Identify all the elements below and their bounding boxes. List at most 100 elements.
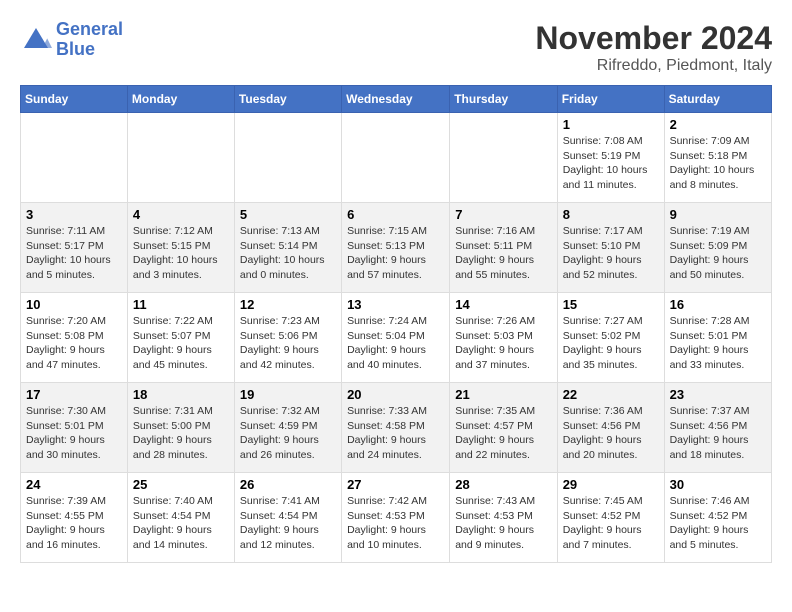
day-cell: 13 Sunrise: 7:24 AM Sunset: 5:04 PM Dayli… — [342, 293, 450, 383]
day-cell: 23 Sunrise: 7:37 AM Sunset: 4:56 PM Dayli… — [664, 383, 771, 473]
day-number: 30 — [670, 477, 766, 492]
day-info: Sunrise: 7:09 AM Sunset: 5:18 PM Dayligh… — [670, 134, 766, 193]
day-cell — [127, 113, 234, 203]
day-info: Sunrise: 7:43 AM Sunset: 4:53 PM Dayligh… — [455, 494, 551, 553]
day-info: Sunrise: 7:12 AM Sunset: 5:15 PM Dayligh… — [133, 224, 229, 283]
day-number: 24 — [26, 477, 122, 492]
day-number: 2 — [670, 117, 766, 132]
day-info: Sunrise: 7:30 AM Sunset: 5:01 PM Dayligh… — [26, 404, 122, 463]
day-cell: 26 Sunrise: 7:41 AM Sunset: 4:54 PM Dayli… — [234, 473, 341, 563]
day-info: Sunrise: 7:32 AM Sunset: 4:59 PM Dayligh… — [240, 404, 336, 463]
week-row-4: 17 Sunrise: 7:30 AM Sunset: 5:01 PM Dayli… — [21, 383, 772, 473]
day-info: Sunrise: 7:46 AM Sunset: 4:52 PM Dayligh… — [670, 494, 766, 553]
day-number: 13 — [347, 297, 444, 312]
day-cell: 20 Sunrise: 7:33 AM Sunset: 4:58 PM Dayli… — [342, 383, 450, 473]
day-cell: 28 Sunrise: 7:43 AM Sunset: 4:53 PM Dayli… — [450, 473, 557, 563]
logo-icon — [20, 24, 52, 56]
day-cell: 27 Sunrise: 7:42 AM Sunset: 4:53 PM Dayli… — [342, 473, 450, 563]
day-info: Sunrise: 7:20 AM Sunset: 5:08 PM Dayligh… — [26, 314, 122, 373]
day-number: 28 — [455, 477, 551, 492]
day-cell — [450, 113, 557, 203]
day-cell: 11 Sunrise: 7:22 AM Sunset: 5:07 PM Dayli… — [127, 293, 234, 383]
day-info: Sunrise: 7:27 AM Sunset: 5:02 PM Dayligh… — [563, 314, 659, 373]
header-tuesday: Tuesday — [234, 86, 341, 113]
day-number: 3 — [26, 207, 122, 222]
day-info: Sunrise: 7:31 AM Sunset: 5:00 PM Dayligh… — [133, 404, 229, 463]
header-thursday: Thursday — [450, 86, 557, 113]
calendar-table: SundayMondayTuesdayWednesdayThursdayFrid… — [20, 85, 772, 563]
day-number: 9 — [670, 207, 766, 222]
day-number: 1 — [563, 117, 659, 132]
day-info: Sunrise: 7:08 AM Sunset: 5:19 PM Dayligh… — [563, 134, 659, 193]
day-cell: 2 Sunrise: 7:09 AM Sunset: 5:18 PM Daylig… — [664, 113, 771, 203]
day-number: 23 — [670, 387, 766, 402]
day-info: Sunrise: 7:40 AM Sunset: 4:54 PM Dayligh… — [133, 494, 229, 553]
day-cell: 3 Sunrise: 7:11 AM Sunset: 5:17 PM Daylig… — [21, 203, 128, 293]
day-cell: 4Sunrise: 7:12 AM Sunset: 5:15 PM Daylig… — [127, 203, 234, 293]
logo: General Blue — [20, 20, 123, 60]
day-info: Sunrise: 7:33 AM Sunset: 4:58 PM Dayligh… — [347, 404, 444, 463]
day-number: 10 — [26, 297, 122, 312]
day-number: 8 — [563, 207, 659, 222]
day-info: Sunrise: 7:22 AM Sunset: 5:07 PM Dayligh… — [133, 314, 229, 373]
day-number: 14 — [455, 297, 551, 312]
week-row-1: 1 Sunrise: 7:08 AM Sunset: 5:19 PM Daylig… — [21, 113, 772, 203]
day-cell: 22Sunrise: 7:36 AM Sunset: 4:56 PM Dayli… — [557, 383, 664, 473]
day-number: 25 — [133, 477, 229, 492]
week-row-2: 3 Sunrise: 7:11 AM Sunset: 5:17 PM Daylig… — [21, 203, 772, 293]
page-title: November 2024 — [535, 20, 772, 57]
day-info: Sunrise: 7:15 AM Sunset: 5:13 PM Dayligh… — [347, 224, 444, 283]
day-cell: 25 Sunrise: 7:40 AM Sunset: 4:54 PM Dayli… — [127, 473, 234, 563]
day-info: Sunrise: 7:23 AM Sunset: 5:06 PM Dayligh… — [240, 314, 336, 373]
header-monday: Monday — [127, 86, 234, 113]
day-cell: 17 Sunrise: 7:30 AM Sunset: 5:01 PM Dayli… — [21, 383, 128, 473]
day-cell: 29Sunrise: 7:45 AM Sunset: 4:52 PM Dayli… — [557, 473, 664, 563]
page-subtitle: Rifreddo, Piedmont, Italy — [535, 57, 772, 75]
day-number: 27 — [347, 477, 444, 492]
day-number: 17 — [26, 387, 122, 402]
day-number: 18 — [133, 387, 229, 402]
day-info: Sunrise: 7:42 AM Sunset: 4:53 PM Dayligh… — [347, 494, 444, 553]
week-row-5: 24 Sunrise: 7:39 AM Sunset: 4:55 PM Dayli… — [21, 473, 772, 563]
day-cell: 5Sunrise: 7:13 AM Sunset: 5:14 PM Daylig… — [234, 203, 341, 293]
day-info: Sunrise: 7:17 AM Sunset: 5:10 PM Dayligh… — [563, 224, 659, 283]
day-cell: 12Sunrise: 7:23 AM Sunset: 5:06 PM Dayli… — [234, 293, 341, 383]
day-cell: 8 Sunrise: 7:17 AM Sunset: 5:10 PM Daylig… — [557, 203, 664, 293]
day-cell: 6 Sunrise: 7:15 AM Sunset: 5:13 PM Daylig… — [342, 203, 450, 293]
page-header: General Blue November 2024 Rifreddo, Pie… — [20, 20, 772, 75]
day-cell: 1 Sunrise: 7:08 AM Sunset: 5:19 PM Daylig… — [557, 113, 664, 203]
day-info: Sunrise: 7:16 AM Sunset: 5:11 PM Dayligh… — [455, 224, 551, 283]
day-number: 19 — [240, 387, 336, 402]
day-info: Sunrise: 7:36 AM Sunset: 4:56 PM Dayligh… — [563, 404, 659, 463]
day-cell — [342, 113, 450, 203]
day-info: Sunrise: 7:28 AM Sunset: 5:01 PM Dayligh… — [670, 314, 766, 373]
header-wednesday: Wednesday — [342, 86, 450, 113]
day-info: Sunrise: 7:39 AM Sunset: 4:55 PM Dayligh… — [26, 494, 122, 553]
day-cell: 19 Sunrise: 7:32 AM Sunset: 4:59 PM Dayli… — [234, 383, 341, 473]
header-sunday: Sunday — [21, 86, 128, 113]
day-info: Sunrise: 7:37 AM Sunset: 4:56 PM Dayligh… — [670, 404, 766, 463]
day-number: 6 — [347, 207, 444, 222]
day-number: 7 — [455, 207, 551, 222]
day-number: 11 — [133, 297, 229, 312]
day-info: Sunrise: 7:24 AM Sunset: 5:04 PM Dayligh… — [347, 314, 444, 373]
day-info: Sunrise: 7:41 AM Sunset: 4:54 PM Dayligh… — [240, 494, 336, 553]
day-info: Sunrise: 7:26 AM Sunset: 5:03 PM Dayligh… — [455, 314, 551, 373]
day-info: Sunrise: 7:11 AM Sunset: 5:17 PM Dayligh… — [26, 224, 122, 283]
day-number: 26 — [240, 477, 336, 492]
day-cell: 7 Sunrise: 7:16 AM Sunset: 5:11 PM Daylig… — [450, 203, 557, 293]
day-info: Sunrise: 7:35 AM Sunset: 4:57 PM Dayligh… — [455, 404, 551, 463]
day-cell: 14 Sunrise: 7:26 AM Sunset: 5:03 PM Dayli… — [450, 293, 557, 383]
day-cell: 18 Sunrise: 7:31 AM Sunset: 5:00 PM Dayli… — [127, 383, 234, 473]
day-cell — [234, 113, 341, 203]
day-cell: 15Sunrise: 7:27 AM Sunset: 5:02 PM Dayli… — [557, 293, 664, 383]
week-row-3: 10 Sunrise: 7:20 AM Sunset: 5:08 PM Dayli… — [21, 293, 772, 383]
day-number: 29 — [563, 477, 659, 492]
header-friday: Friday — [557, 86, 664, 113]
day-cell: 10 Sunrise: 7:20 AM Sunset: 5:08 PM Dayli… — [21, 293, 128, 383]
day-number: 20 — [347, 387, 444, 402]
day-cell: 16Sunrise: 7:28 AM Sunset: 5:01 PM Dayli… — [664, 293, 771, 383]
day-info: Sunrise: 7:13 AM Sunset: 5:14 PM Dayligh… — [240, 224, 336, 283]
day-cell: 21Sunrise: 7:35 AM Sunset: 4:57 PM Dayli… — [450, 383, 557, 473]
day-cell — [21, 113, 128, 203]
